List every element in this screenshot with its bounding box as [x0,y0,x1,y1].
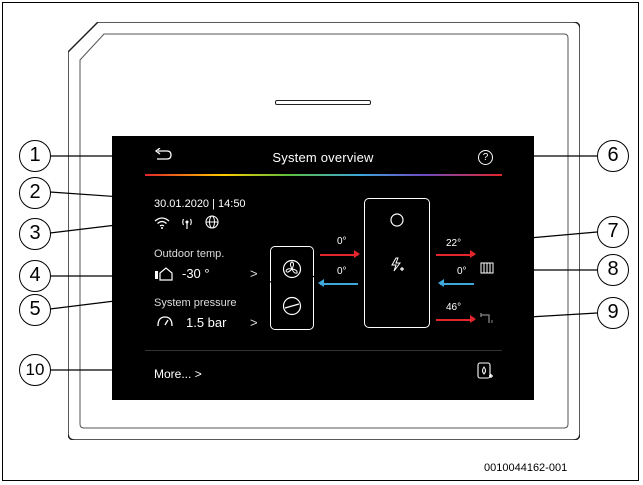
figure-code: 0010044162-001 [484,462,568,474]
callout-4: 4 [19,260,51,292]
callout-10: 10 [19,354,51,386]
callout-3: 3 [19,218,51,250]
callout-9: 9 [597,297,629,329]
callout-lines [49,155,598,371]
callout-7: 7 [597,216,629,248]
callout-8: 8 [597,254,629,286]
callout-6: 6 [597,140,629,172]
callout-5: 5 [19,294,51,326]
callout-2: 2 [19,177,51,209]
callout-1: 1 [19,140,51,172]
